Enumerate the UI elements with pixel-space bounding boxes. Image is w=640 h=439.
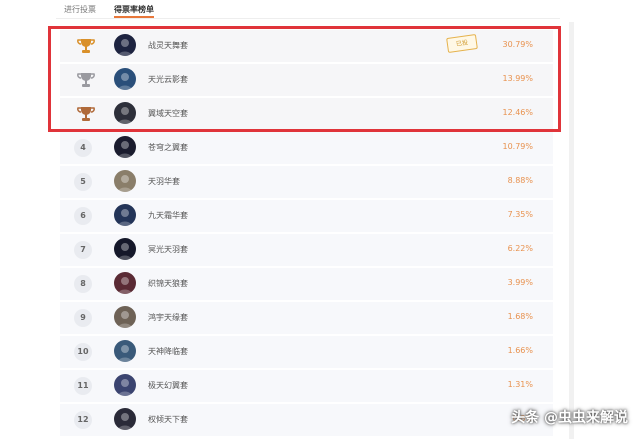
vote-percentage: 1.68% [507, 312, 533, 321]
ranking-row[interactable]: 天光云影套 13.99% [60, 64, 553, 96]
costume-name: 冥光天羽套 [148, 245, 188, 254]
avatar [114, 68, 136, 90]
avatar [114, 340, 136, 362]
tab-divider [56, 18, 560, 19]
ranking-row[interactable]: 翼域天空套 12.46% [60, 98, 553, 130]
tab-ranking[interactable]: 得票率榜单 [114, 0, 154, 18]
costume-name: 翼域天空套 [148, 109, 188, 118]
avatar [114, 374, 136, 396]
costume-name: 苍穹之翼套 [148, 143, 188, 152]
avatar [114, 102, 136, 124]
ranking-row[interactable]: 11 极天幻翼套 1.31% [60, 370, 553, 402]
vote-percentage: 10.79% [502, 142, 533, 151]
costume-name: 战灵天舞套 [148, 41, 188, 50]
watermark: 头条 @虫虫来解说 [511, 407, 628, 427]
vote-percentage: 1.66% [507, 346, 533, 355]
rank-number: 6 [74, 207, 92, 225]
costume-name: 天羽华套 [148, 177, 180, 186]
rank-number: 12 [74, 411, 92, 429]
rank-number: 4 [74, 139, 92, 157]
ranking-list: 战灵天舞套 已投 30.79% 天光云影套 13.99% 翼域天空套 12.46% 4 苍穹之翼… [60, 30, 553, 438]
vote-percentage: 30.79% [502, 40, 533, 49]
vote-percentage: 1.31% [507, 380, 533, 389]
costume-name: 天光云影套 [148, 75, 188, 84]
avatar [114, 34, 136, 56]
rank-number: 5 [74, 173, 92, 191]
costume-name: 天神降临套 [148, 347, 188, 356]
costume-name: 织锦天狼套 [148, 279, 188, 288]
avatar [114, 204, 136, 226]
avatar [114, 170, 136, 192]
vote-percentage: 8.88% [507, 176, 533, 185]
ranking-row[interactable]: 7 冥光天羽套 6.22% [60, 234, 553, 266]
ranking-row[interactable]: 10 天神降临套 1.66% [60, 336, 553, 368]
costume-name: 权倾天下套 [148, 415, 188, 424]
ranking-row[interactable]: 8 织锦天狼套 3.99% [60, 268, 553, 300]
rank-number: 9 [74, 309, 92, 327]
vote-percentage: 6.22% [507, 244, 533, 253]
ranking-row[interactable]: 6 九天霜华套 7.35% [60, 200, 553, 232]
voted-badge: 已投 [446, 33, 478, 54]
rank-number: 7 [74, 241, 92, 259]
vote-percentage: 7.35% [507, 210, 533, 219]
rank-number: 10 [74, 343, 92, 361]
ranking-row[interactable]: 9 鸿宇天缘套 1.68% [60, 302, 553, 334]
costume-name: 鸿宇天缘套 [148, 313, 188, 322]
watermark-text: 头条 @虫虫来解说 [511, 410, 628, 426]
avatar [114, 272, 136, 294]
trophy-icon [76, 70, 96, 90]
ranking-row[interactable]: 战灵天舞套 已投 30.79% [60, 30, 553, 62]
rank-number: 11 [74, 377, 92, 395]
trophy-icon [76, 36, 96, 56]
vote-percentage: 3.99% [507, 278, 533, 287]
vote-percentage: 13.99% [502, 74, 533, 83]
avatar [114, 238, 136, 260]
avatar [114, 136, 136, 158]
rank-number: 8 [74, 275, 92, 293]
ranking-row[interactable]: 12 权倾天下套 0.8% [60, 404, 553, 436]
tab-vote[interactable]: 进行投票 [64, 0, 96, 18]
scrollbar[interactable] [569, 22, 574, 439]
avatar [114, 408, 136, 430]
ranking-row[interactable]: 4 苍穹之翼套 10.79% [60, 132, 553, 164]
costume-name: 九天霜华套 [148, 211, 188, 220]
avatar [114, 306, 136, 328]
vote-percentage: 12.46% [502, 108, 533, 117]
costume-name: 极天幻翼套 [148, 381, 188, 390]
ranking-row[interactable]: 5 天羽华套 8.88% [60, 166, 553, 198]
trophy-icon [76, 104, 96, 124]
